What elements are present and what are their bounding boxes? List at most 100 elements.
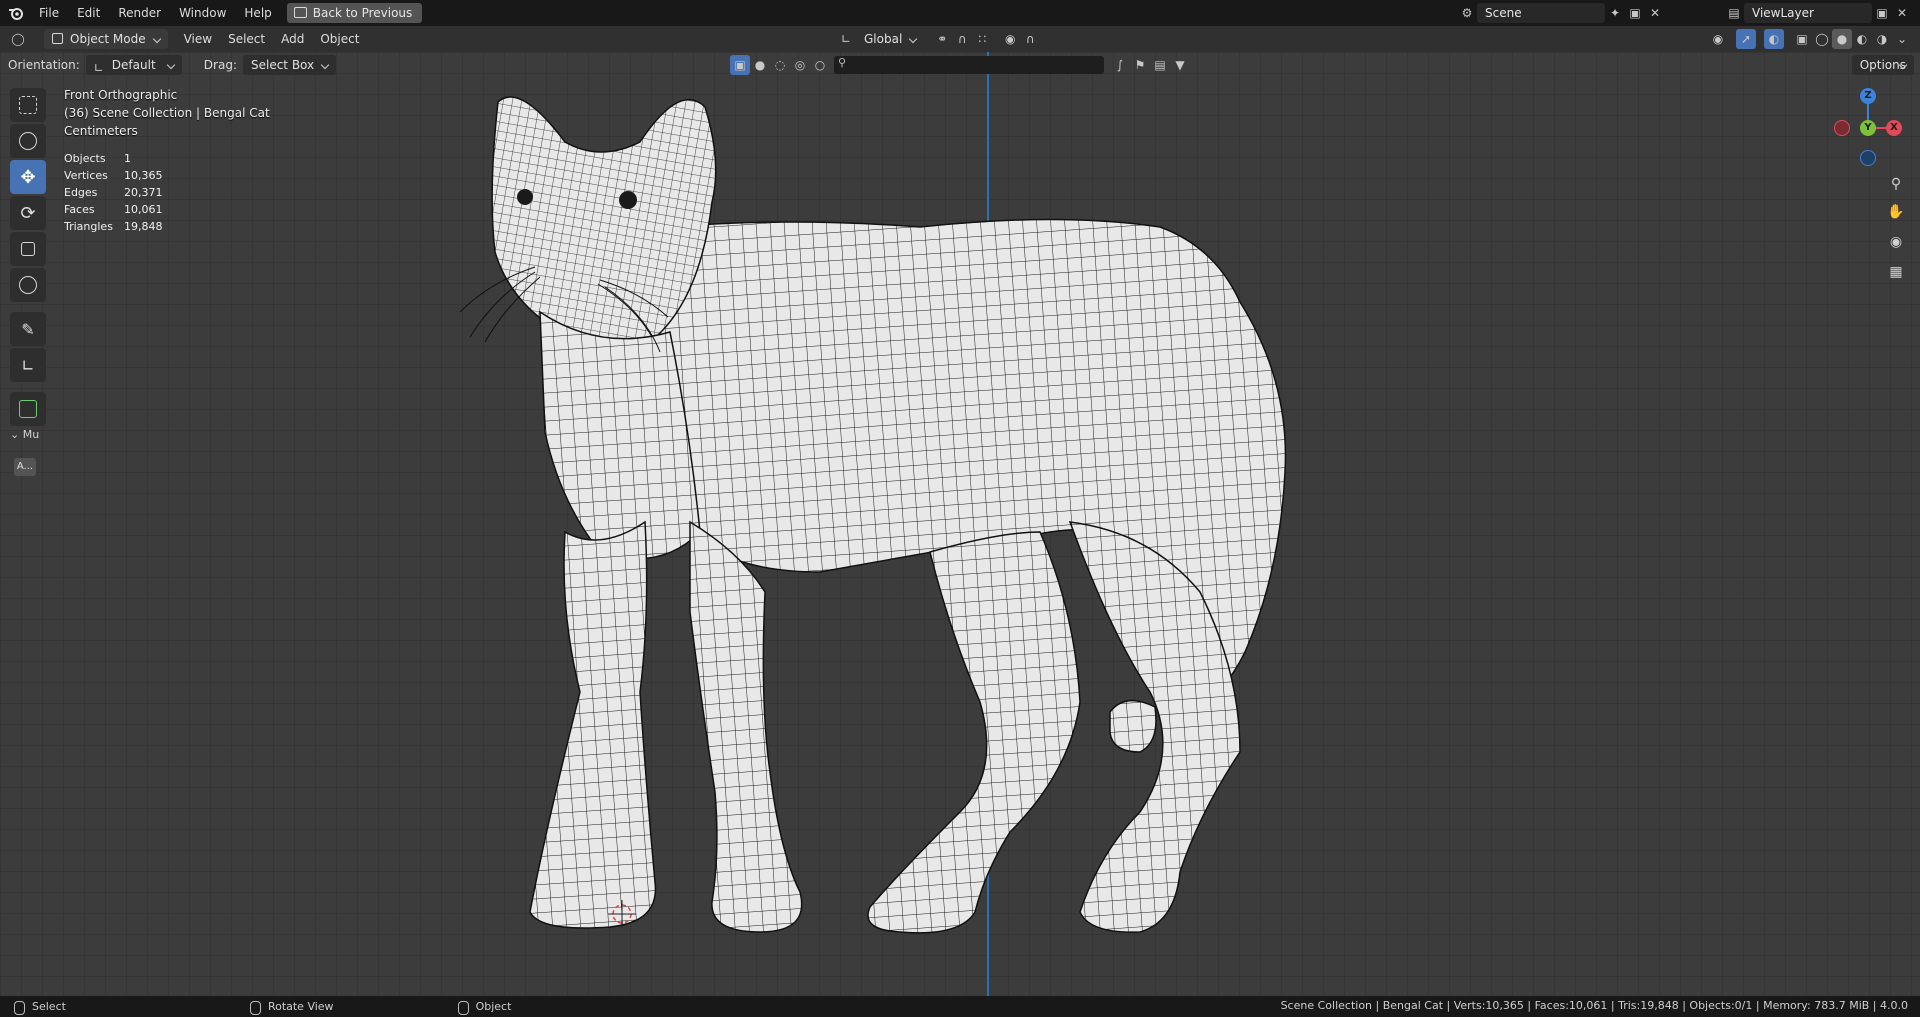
- snap-grid-icon[interactable]: ∷: [972, 29, 992, 49]
- scene-statistics: Objects 1 Vertices 10,365 Edges 20,371 Face…: [64, 150, 163, 235]
- panel-action-button[interactable]: A...: [14, 458, 36, 476]
- bengal-cat-mesh[interactable]: [0, 52, 1920, 996]
- new-scene-icon[interactable]: ▣: [1625, 3, 1645, 23]
- menu-window[interactable]: Window: [170, 0, 235, 26]
- world-filter-icon[interactable]: ◎: [790, 55, 810, 75]
- tool-settings-header: Orientation: ∟ Default Drag: Select Box …: [0, 52, 1920, 78]
- status-scene-info: Scene Collection | Bengal Cat | Verts:10…: [1280, 999, 1908, 1012]
- stat-row: Vertices 10,365: [64, 169, 163, 182]
- stat-row: Faces 10,061: [64, 203, 163, 216]
- scene-name-field[interactable]: Scene: [1477, 3, 1605, 23]
- viewport-header: ◯ Object Mode View Select Add Object ∟ G…: [0, 26, 1920, 52]
- x-axis-handle[interactable]: X: [1886, 120, 1902, 136]
- viewlayer-name-field[interactable]: ViewLayer: [1744, 3, 1872, 23]
- transform-tool[interactable]: [10, 268, 46, 302]
- left-eye: [517, 189, 533, 205]
- orientation-value: Default: [111, 58, 156, 72]
- search-icon: ⚲: [838, 56, 847, 69]
- gizmo-toggle-icon[interactable]: ➚: [1736, 29, 1756, 49]
- menu-file[interactable]: File: [30, 0, 68, 26]
- perspective-grid-icon[interactable]: ▦: [1884, 260, 1908, 284]
- measure-tool[interactable]: ∟: [10, 348, 46, 382]
- status-bar: Select Rotate View Object Scene Collecti…: [0, 996, 1920, 1017]
- xray-toggle-icon[interactable]: ▣: [1792, 29, 1812, 49]
- front-right-leg-mesh: [689, 520, 803, 933]
- drag-value: Select Box: [250, 58, 315, 72]
- pan-hand-icon[interactable]: ✋: [1884, 200, 1908, 224]
- rendered-shading-icon[interactable]: ◑: [1872, 29, 1892, 49]
- visibility-eye-icon[interactable]: ◉: [1708, 29, 1728, 49]
- camera-filter-icon[interactable]: ◌: [770, 55, 790, 75]
- wireframe-shading-icon[interactable]: ◯: [1812, 29, 1832, 49]
- zoom-icon[interactable]: ⚲: [1884, 172, 1908, 196]
- overlays-toggle-icon[interactable]: ◐: [1764, 29, 1784, 49]
- delete-viewlayer-icon[interactable]: ✕: [1892, 3, 1912, 23]
- header-menu-select[interactable]: Select: [220, 29, 273, 49]
- adjust-last-operation-panel[interactable]: ⌄ Mu: [10, 428, 39, 441]
- move-tool[interactable]: ✥: [10, 160, 46, 194]
- neg-x-axis-handle[interactable]: [1834, 120, 1850, 136]
- object-type-filter-icon[interactable]: ●: [750, 55, 770, 75]
- menu-render[interactable]: Render: [109, 0, 170, 26]
- drag-label: Drag:: [203, 58, 237, 72]
- add-cube-tool[interactable]: [10, 392, 46, 426]
- scale-tool[interactable]: [10, 232, 46, 266]
- viewlayer-icon[interactable]: ▤: [1724, 3, 1744, 23]
- pin-icon[interactable]: ✦: [1605, 3, 1625, 23]
- neg-z-axis-handle[interactable]: [1860, 150, 1876, 166]
- scene-name: Scene: [1485, 6, 1522, 20]
- stat-row: Edges 20,371: [64, 186, 163, 199]
- rotate-tool[interactable]: ⟳: [10, 196, 46, 230]
- back-to-previous-label: Back to Previous: [312, 6, 413, 20]
- 3d-viewport[interactable]: [0, 52, 1920, 996]
- menu-edit[interactable]: Edit: [68, 0, 109, 26]
- shading-options-icon[interactable]: ⌄: [1892, 29, 1912, 49]
- editor-type-icon[interactable]: ◯: [8, 29, 28, 49]
- falloff-curve-icon[interactable]: ∩: [1020, 29, 1040, 49]
- filter-toggle-icon[interactable]: ∫: [1110, 55, 1130, 75]
- back-left-leg-mesh: [867, 531, 1081, 934]
- select-box-tool[interactable]: [10, 88, 46, 122]
- status-object-hint: Object: [444, 1000, 511, 1015]
- annotate-tool[interactable]: ✎: [10, 312, 46, 346]
- new-viewlayer-icon[interactable]: ▣: [1872, 3, 1892, 23]
- header-menu-add[interactable]: Add: [273, 29, 312, 49]
- z-axis-handle[interactable]: Z: [1860, 88, 1876, 104]
- light-filter-icon[interactable]: ○: [810, 55, 830, 75]
- header-menu-view[interactable]: View: [176, 29, 220, 49]
- annotate-pen-icon: ✎: [21, 319, 35, 339]
- viewlayer-selector: ▤ ViewLayer ▣ ✕: [1724, 3, 1912, 23]
- back-to-previous-button[interactable]: Back to Previous: [286, 3, 423, 23]
- search-input[interactable]: ⚲: [834, 56, 1104, 74]
- solid-shading-icon[interactable]: ●: [1832, 29, 1852, 49]
- funnel-filter-icon[interactable]: ▼: [1170, 55, 1190, 75]
- tool-shelf: ✥ ⟳ ✎ ∟: [10, 88, 46, 428]
- proportional-edit-icon[interactable]: ◉: [1000, 29, 1020, 49]
- delete-scene-icon[interactable]: ✕: [1645, 3, 1665, 23]
- pivot-icon[interactable]: ⚭: [932, 29, 952, 49]
- material-shading-icon[interactable]: ◐: [1852, 29, 1872, 49]
- object-mode-icon: [52, 33, 63, 44]
- tail-mesh: [1109, 699, 1157, 753]
- blender-logo-icon[interactable]: [8, 5, 24, 21]
- bookmark-icon[interactable]: ⚑: [1130, 55, 1150, 75]
- selectable-filter-icon[interactable]: ▣: [730, 55, 750, 75]
- navigation-gizmo[interactable]: Z X Y: [1834, 88, 1902, 166]
- mode-dropdown[interactable]: Object Mode: [44, 29, 168, 49]
- scene-selector: ⚙ Scene ✦ ▣ ✕: [1457, 3, 1665, 23]
- scene-icon[interactable]: ⚙: [1457, 3, 1477, 23]
- header-menu-object[interactable]: Object: [312, 29, 367, 49]
- transform-orientation-dropdown[interactable]: Global: [856, 29, 924, 49]
- stat-row: Triangles 19,848: [64, 220, 163, 233]
- camera-view-icon[interactable]: ◉: [1884, 230, 1908, 254]
- right-eye: [619, 191, 637, 209]
- mode-label: Object Mode: [70, 32, 146, 46]
- cursor-tool[interactable]: [10, 124, 46, 158]
- menu-help[interactable]: Help: [235, 0, 280, 26]
- orientation-dropdown[interactable]: ∟ Default: [85, 55, 182, 75]
- display-mode-icon[interactable]: ▤: [1150, 55, 1170, 75]
- drag-dropdown[interactable]: Select Box: [242, 55, 337, 75]
- options-dropdown[interactable]: Options: [1851, 55, 1914, 75]
- y-axis-handle[interactable]: Y: [1860, 120, 1876, 136]
- snap-magnet-icon[interactable]: ∩: [952, 29, 972, 49]
